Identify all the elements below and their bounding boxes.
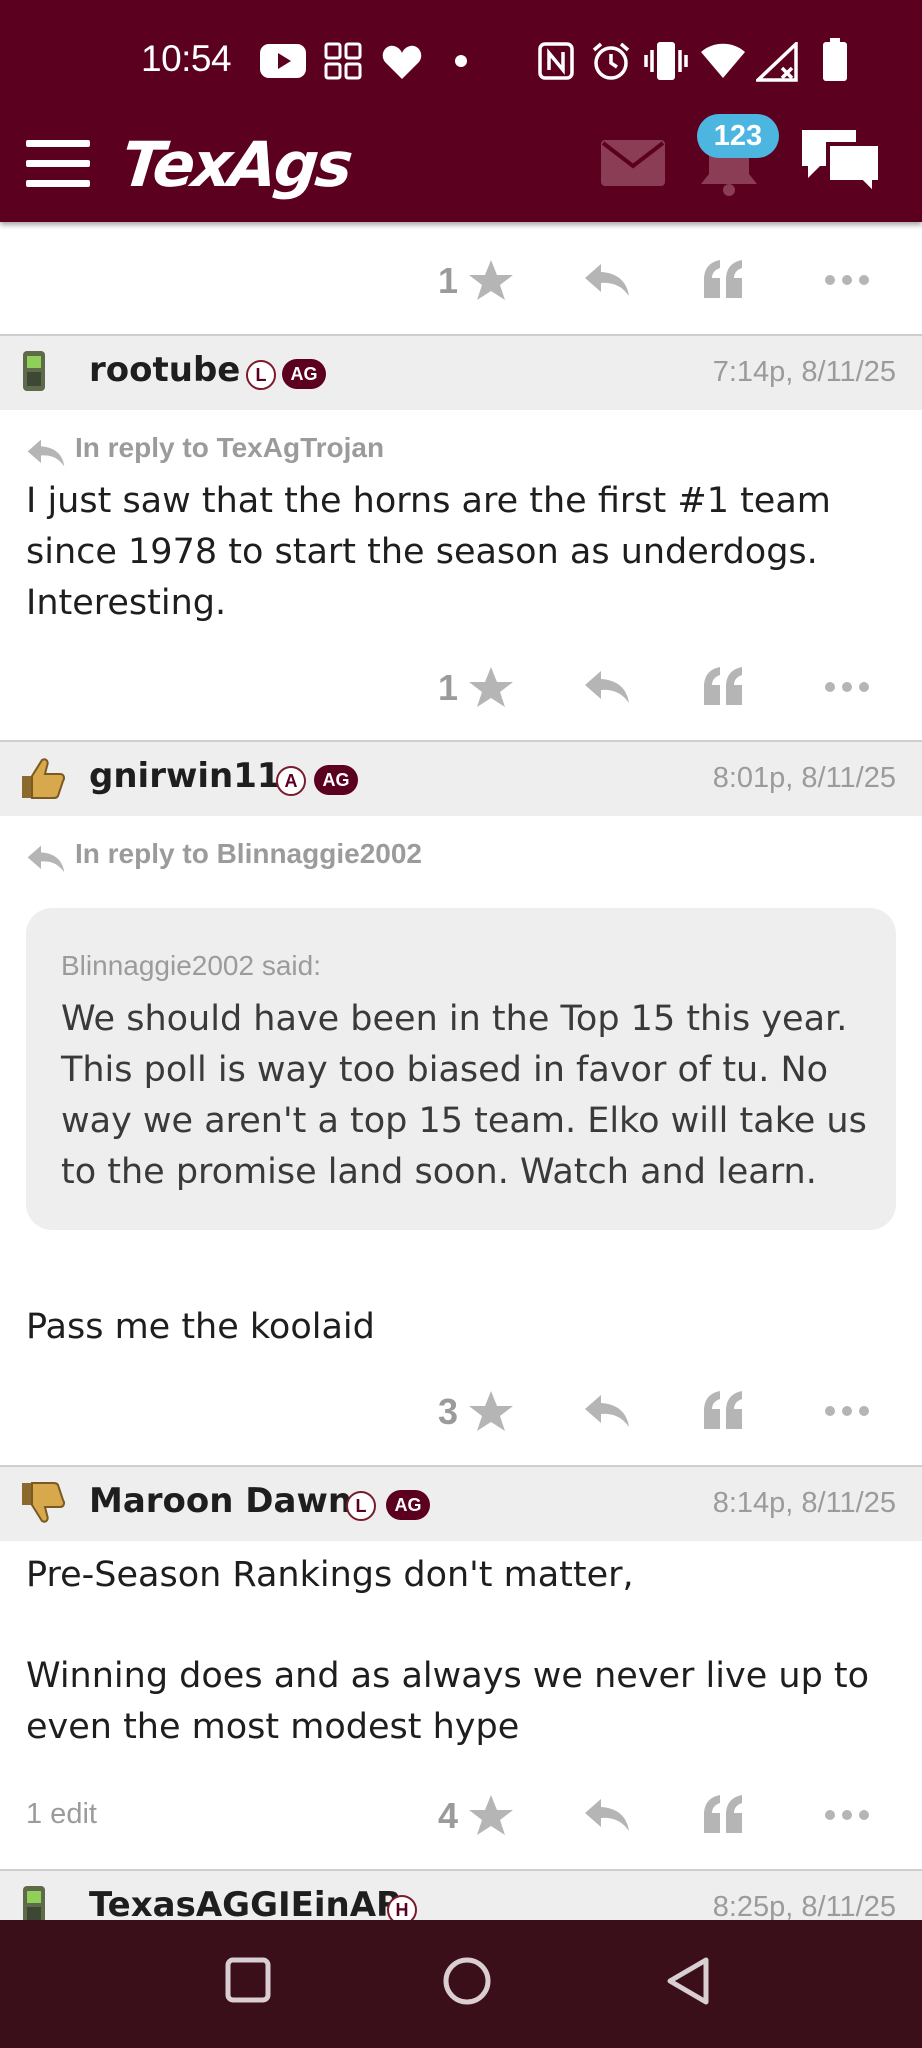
post-header: gnirwin11 A AG 8:01p, 8/11/25 xyxy=(0,740,922,816)
post-actions: 3 xyxy=(0,1383,922,1443)
dot-icon xyxy=(455,55,467,67)
recents-square-icon[interactable] xyxy=(224,1956,272,2004)
grid-app-icon xyxy=(324,42,362,80)
signal-icon xyxy=(756,42,798,82)
ag-badge: AG xyxy=(282,359,326,389)
ag-badge: AG xyxy=(314,765,358,795)
post-actions: 4 xyxy=(0,1787,922,1847)
home-circle-icon[interactable] xyxy=(442,1956,492,2006)
post-body: Pass me the koolaid xyxy=(26,1307,375,1347)
quote-text: We should have been in the Top 15 this y… xyxy=(61,999,867,1192)
heart-icon xyxy=(382,45,422,79)
username[interactable]: rootube xyxy=(89,350,240,390)
more-icon[interactable] xyxy=(824,1405,870,1417)
username[interactable]: Maroon Dawn xyxy=(89,1481,352,1521)
battery-icon xyxy=(823,38,847,81)
quote-icon[interactable] xyxy=(702,667,746,707)
username[interactable]: gnirwin11 xyxy=(89,756,281,796)
star-count: 4 xyxy=(438,1795,459,1836)
nfc-icon xyxy=(538,42,574,80)
reply-icon[interactable] xyxy=(583,262,631,298)
post-timestamp[interactable]: 8:01p, 8/11/25 xyxy=(713,762,896,795)
post-body-line: Pre-Season Rankings don't matter, xyxy=(26,1555,634,1595)
quote-icon[interactable] xyxy=(702,1391,746,1431)
system-nav-bar xyxy=(0,1920,922,2048)
chat-bubbles-icon[interactable] xyxy=(798,126,884,198)
post-actions: 1 xyxy=(0,659,922,719)
youtube-icon xyxy=(260,44,306,78)
post-header: Maroon Dawn L AG 8:14p, 8/11/25 xyxy=(0,1465,922,1541)
level-badge: L xyxy=(346,1491,376,1521)
reply-arrow-icon xyxy=(27,845,65,873)
quote-icon[interactable] xyxy=(702,260,746,300)
post-body: I just saw that the horns are the first … xyxy=(26,481,831,623)
vibrate-icon xyxy=(644,42,688,80)
mail-icon[interactable] xyxy=(601,140,665,186)
more-icon[interactable] xyxy=(824,274,870,286)
reply-icon[interactable] xyxy=(583,1393,631,1429)
username[interactable]: TexasAGGIEinAR xyxy=(89,1885,402,1925)
level-badge: L xyxy=(246,360,276,390)
ag-badge: AG xyxy=(386,1490,430,1520)
star-count: 1 xyxy=(438,667,459,708)
star-count: 3 xyxy=(438,1391,459,1432)
reply-to-text: In reply to TexAgTrojan xyxy=(75,432,385,463)
wifi-icon xyxy=(701,43,745,78)
status-time: 10:54 xyxy=(141,38,232,79)
post-body-line: Winning does and as always we never live… xyxy=(26,1656,870,1747)
post-timestamp[interactable]: 7:14p, 8/11/25 xyxy=(713,356,896,389)
site-logo[interactable]: TexAgs xyxy=(118,128,353,201)
quote-icon[interactable] xyxy=(702,1795,746,1835)
phone-avatar-icon[interactable] xyxy=(18,348,50,394)
reply-icon[interactable] xyxy=(583,1797,631,1833)
quote-block: Blinnaggie2002 said: We should have been… xyxy=(26,908,896,1230)
post-actions: 1 xyxy=(0,252,922,312)
thumbs-down-avatar-icon[interactable] xyxy=(18,1479,66,1527)
post-timestamp[interactable]: 8:14p, 8/11/25 xyxy=(713,1487,896,1520)
reply-arrow-icon xyxy=(27,439,65,467)
star-icon[interactable] xyxy=(468,1793,514,1837)
alarm-icon xyxy=(592,42,630,80)
more-icon[interactable] xyxy=(824,681,870,693)
reply-to-text: In reply to Blinnaggie2002 xyxy=(75,838,422,869)
reply-icon[interactable] xyxy=(583,669,631,705)
back-triangle-icon[interactable] xyxy=(664,1956,712,2006)
star-icon[interactable] xyxy=(468,258,514,302)
star-icon[interactable] xyxy=(468,665,514,709)
notification-count-badge[interactable]: 123 xyxy=(697,114,779,158)
thumbs-up-avatar-icon[interactable] xyxy=(18,754,66,802)
post-header: rootube L AG 7:14p, 8/11/25 xyxy=(0,334,922,410)
star-count: 1 xyxy=(438,260,459,301)
level-badge: A xyxy=(276,766,306,796)
hamburger-menu-icon[interactable] xyxy=(26,140,90,192)
app-header: TexAgs xyxy=(0,124,922,222)
quote-author[interactable]: Blinnaggie2002 said: xyxy=(61,950,321,982)
more-icon[interactable] xyxy=(824,1809,870,1821)
star-icon[interactable] xyxy=(468,1389,514,1433)
status-bar: 10:54 xyxy=(0,0,922,124)
